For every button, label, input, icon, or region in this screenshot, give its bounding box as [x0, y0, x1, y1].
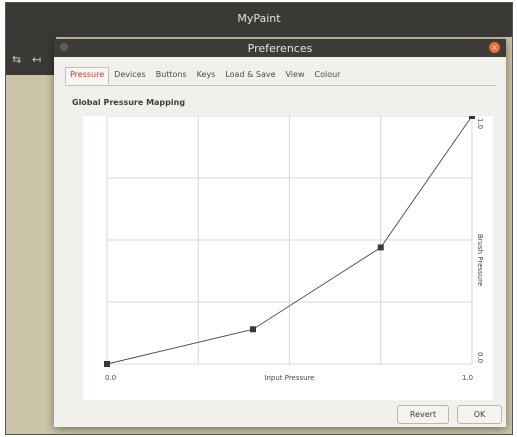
close-icon[interactable]: ×: [489, 42, 500, 53]
x-axis-label: Input Pressure: [264, 374, 314, 382]
tab-keys[interactable]: Keys: [192, 67, 221, 84]
y-min-label: 0.0: [476, 352, 484, 363]
tool-icon[interactable]: ↤: [32, 53, 41, 66]
curve-control-point[interactable]: [250, 326, 256, 333]
x-max-label: 1.0: [462, 374, 473, 382]
app-titlebar: MyPaint: [6, 3, 512, 37]
section-title: Global Pressure Mapping: [72, 98, 186, 107]
tab-divider: [65, 85, 496, 86]
curve-control-point[interactable]: [469, 116, 475, 119]
dialog-titlebar: Preferences ×: [54, 39, 506, 57]
tab-bar: Pressure Devices Buttons Keys Load & Sav…: [65, 67, 345, 85]
y-axis-label: Brush Pressure: [476, 234, 484, 286]
preferences-dialog: Preferences × Pressure Devices Buttons K…: [54, 39, 506, 427]
ok-button[interactable]: OK: [457, 405, 502, 424]
revert-button[interactable]: Revert: [397, 405, 449, 424]
curve-background: [83, 116, 493, 400]
tab-view[interactable]: View: [281, 67, 310, 84]
tab-colour[interactable]: Colour: [309, 67, 345, 84]
pressure-curve-svg[interactable]: 0.0 1.0 Input Pressure 0.0 1.0 Brush Pre…: [83, 116, 493, 400]
x-min-label: 0.0: [105, 374, 116, 382]
tab-devices[interactable]: Devices: [109, 67, 151, 84]
pressure-curve-widget[interactable]: 0.0 1.0 Input Pressure 0.0 1.0 Brush Pre…: [83, 116, 493, 400]
tab-pressure[interactable]: Pressure: [65, 67, 110, 84]
tool-icon[interactable]: ⇆: [12, 53, 21, 66]
tab-load-save[interactable]: Load & Save: [220, 67, 280, 84]
tab-buttons[interactable]: Buttons: [151, 67, 192, 84]
y-max-label: 1.0: [476, 118, 484, 129]
dialog-title: Preferences: [247, 42, 313, 55]
app-title: MyPaint: [237, 12, 281, 25]
curve-control-point[interactable]: [377, 244, 384, 251]
curve-control-point[interactable]: [104, 361, 110, 367]
screenshot-frame: MyPaint ⇆ ↤ Preferences × Pressure Devic…: [5, 2, 513, 435]
